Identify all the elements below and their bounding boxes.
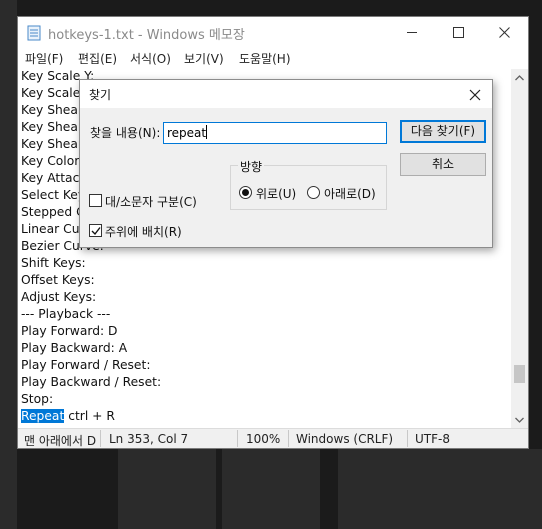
close-button[interactable] xyxy=(482,17,528,48)
menu-help[interactable]: 도움말(H) xyxy=(239,50,291,67)
text-line: Play Forward / Reset: xyxy=(21,358,151,372)
zoom-level: 100% xyxy=(246,432,281,446)
text-line: Repeat ctrl + R xyxy=(21,408,115,425)
radio-selected-dot xyxy=(242,189,249,196)
status-bar: 맨 아래에서 D Ln 353, Col 7 100% Windows (CRL… xyxy=(18,428,528,448)
dialog-close-button[interactable] xyxy=(466,86,484,104)
scroll-up-icon[interactable] xyxy=(515,75,524,81)
notepad-icon xyxy=(27,25,41,41)
dialog-title-bar[interactable]: 찾기 xyxy=(80,80,492,108)
menu-view[interactable]: 보기(V) xyxy=(184,50,224,67)
text-line: --- Playback --- xyxy=(21,307,111,321)
menu-format[interactable]: 서식(O) xyxy=(130,50,171,67)
background-panel xyxy=(338,449,542,529)
menu-bar: 파일(F) 편집(E) 서식(O) 보기(V) 도움말(H) xyxy=(18,48,528,69)
checkbox-box[interactable] xyxy=(89,194,102,207)
text-line: Linear Cu xyxy=(21,222,80,236)
text-line: Shift Keys: xyxy=(21,256,86,270)
dialog-title: 찾기 xyxy=(89,88,112,102)
line-ending: Windows (CRLF) xyxy=(296,432,394,446)
match-case-label: 대/소문자 구분(C) xyxy=(105,195,197,209)
vertical-scrollbar[interactable] xyxy=(511,69,528,428)
text-line: Play Backward / Reset: xyxy=(21,375,162,389)
text-line: Key Shear xyxy=(21,120,83,134)
find-next-button[interactable]: 다음 찾기(F) xyxy=(400,120,486,143)
cancel-button[interactable]: 취소 xyxy=(400,153,486,176)
text-line: Key Color xyxy=(21,154,80,168)
close-icon xyxy=(469,89,481,101)
minimize-icon xyxy=(407,32,417,33)
direction-down-label: 아래로(D) xyxy=(324,187,376,201)
status-divider xyxy=(100,430,101,447)
menu-edit[interactable]: 편집(E) xyxy=(78,50,117,67)
close-icon xyxy=(499,27,510,38)
background-panel xyxy=(118,449,216,529)
radio-button[interactable] xyxy=(239,186,252,199)
scroll-down-icon[interactable] xyxy=(515,417,524,423)
text-caret xyxy=(206,125,208,139)
title-bar[interactable]: hotkeys-1.txt - Windows 메모장 xyxy=(18,17,528,48)
selected-text: Repeat xyxy=(21,409,65,423)
status-divider xyxy=(288,430,289,447)
radio-button[interactable] xyxy=(307,186,320,199)
text-line: Adjust Keys: xyxy=(21,290,97,304)
status-message: 맨 아래에서 D xyxy=(24,434,97,448)
background-panel xyxy=(222,449,320,529)
menu-file[interactable]: 파일(F) xyxy=(25,50,63,67)
minimize-button[interactable] xyxy=(390,17,436,48)
window-title: hotkeys-1.txt - Windows 메모장 xyxy=(48,28,245,43)
text-line: Key Attach xyxy=(21,171,88,185)
text-line: Select Key xyxy=(21,188,86,202)
text-line: Play Backward: A xyxy=(21,341,128,355)
text-line: Stepped C xyxy=(21,205,85,219)
cursor-position: Ln 353, Col 7 xyxy=(109,432,189,446)
scrollbar-thumb[interactable] xyxy=(514,365,525,383)
status-divider xyxy=(407,430,408,447)
maximize-icon xyxy=(453,27,464,38)
status-divider xyxy=(237,430,238,447)
direction-up-label: 위로(U) xyxy=(256,187,297,201)
text-line: Play Forward: D xyxy=(21,324,118,338)
encoding: UTF-8 xyxy=(415,432,450,446)
find-what-value: repeat xyxy=(167,126,207,140)
find-dialog: 찾기 찾을 내용(N): repeat 다음 찾기(F) 취소 방향 위로(U)… xyxy=(79,79,493,248)
text-line-rest: ctrl + R xyxy=(64,409,115,423)
background-panel xyxy=(0,0,17,529)
checkbox-box[interactable] xyxy=(89,224,102,237)
maximize-button[interactable] xyxy=(436,17,482,48)
text-line: Stop: xyxy=(21,392,54,406)
checkmark-icon xyxy=(91,227,101,236)
text-line: Key Shear xyxy=(21,103,83,117)
find-what-input[interactable]: repeat xyxy=(163,122,387,144)
direction-label: 방향 xyxy=(238,158,265,175)
text-line: Key Scale xyxy=(21,86,81,100)
find-what-label: 찾을 내용(N): xyxy=(90,126,161,140)
wrap-around-label: 주위에 배치(R) xyxy=(105,225,182,239)
text-line: Offset Keys: xyxy=(21,273,95,287)
text-line: Key Shear xyxy=(21,137,83,151)
